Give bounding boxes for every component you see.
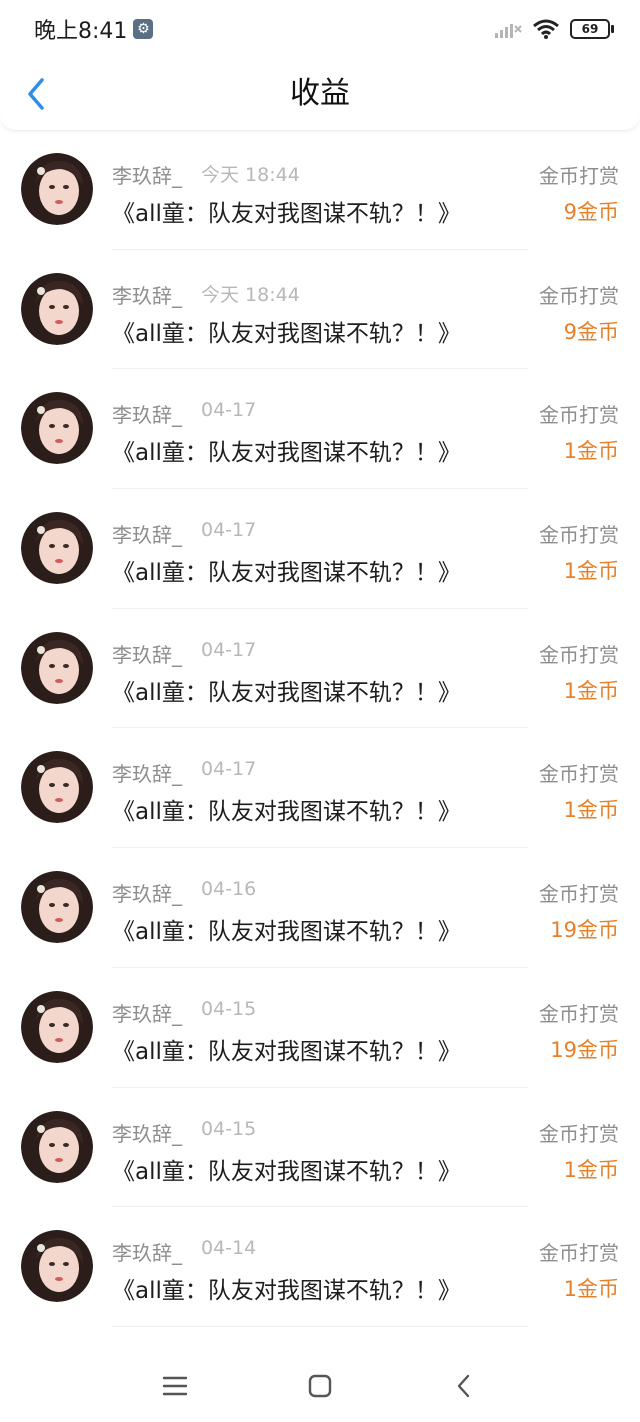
book-title: 《all童：队友对我图谋不轨？！》	[112, 440, 461, 467]
book-title: 《all童：队友对我图谋不轨？！》	[112, 1038, 461, 1065]
user-name: 李玖辞_	[112, 642, 182, 667]
reward-type: 金币打赏	[539, 283, 619, 308]
status-icons: 69	[494, 18, 614, 40]
book-title: 《all童：队友对我图谋不轨？！》	[112, 201, 461, 227]
reward-type: 金币打赏	[539, 1121, 619, 1146]
list-item[interactable]: 李玖辞_ 04-17 《all童：队友对我图谋不轨？！》 金币打赏 1金币	[0, 489, 640, 609]
reward-type: 金币打赏	[539, 642, 619, 667]
reward-type: 金币打赏	[539, 1001, 619, 1026]
record-date: 04-17	[201, 638, 257, 661]
reward-type: 金币打赏	[539, 523, 619, 548]
page-title: 收益	[290, 76, 350, 111]
reward-type: 金币打赏	[539, 1241, 619, 1266]
avatar[interactable]	[21, 1110, 93, 1183]
divider	[112, 1325, 528, 1327]
record-date: 04-17	[201, 519, 257, 542]
reward-amount: 19金币	[550, 918, 619, 943]
reward-amount: 1金币	[563, 1277, 619, 1302]
avatar[interactable]	[21, 392, 93, 465]
avatar[interactable]	[21, 990, 93, 1063]
user-name: 李玖辞_	[112, 283, 182, 308]
user-name: 李玖辞_	[112, 523, 182, 548]
record-date: 04-16	[201, 878, 257, 901]
avatar[interactable]	[21, 153, 93, 225]
user-name: 李玖辞_	[112, 882, 182, 907]
reward-amount: 1金币	[563, 798, 619, 823]
user-name: 李玖辞_	[112, 164, 182, 188]
record-date: 04-17	[201, 758, 257, 781]
book-title: 《all童：队友对我图谋不轨？！》	[112, 1158, 461, 1185]
reward-type: 金币打赏	[539, 762, 619, 787]
avatar[interactable]	[21, 631, 93, 704]
list-item[interactable]: 李玖辞_ 04-17 《all童：队友对我图谋不轨？！》 金币打赏 1金币	[0, 369, 640, 490]
record-date: 04-14	[201, 1237, 257, 1260]
avatar[interactable]	[21, 272, 93, 345]
record-date: 04-17	[201, 399, 257, 422]
battery-level: 69	[581, 22, 599, 36]
avatar[interactable]	[21, 1230, 93, 1303]
reward-amount: 9金币	[563, 319, 619, 344]
list-item[interactable]: 李玖辞_ 04-14 《all童：队友对我图谋不轨？！》 金币打赏 1金币	[0, 1207, 640, 1327]
record-date: 04-15	[201, 1117, 257, 1140]
reward-type: 金币打赏	[539, 164, 619, 188]
battery-icon: 69	[570, 19, 614, 39]
signal-icon	[495, 24, 522, 38]
reward-amount: 1金币	[563, 439, 619, 464]
status-time: 晚上8:41	[34, 19, 128, 44]
chevron-left-icon	[28, 78, 44, 110]
list-item[interactable]: 李玖辞_ 04-15 《all童：队友对我图谋不轨？！》 金币打赏 1金币	[0, 1088, 640, 1208]
user-name: 李玖辞_	[112, 762, 182, 787]
user-name: 李玖辞_	[112, 1241, 182, 1266]
gear-icon: ⚙	[133, 19, 154, 39]
reward-amount: 1金币	[563, 1157, 619, 1182]
back-button[interactable]	[18, 74, 54, 114]
user-name: 李玖辞_	[112, 403, 182, 428]
record-date: 今天 18:44	[201, 164, 300, 186]
list-item[interactable]: 李玖辞_ 今天 18:44 《all童：队友对我图谋不轨？！》 金币打赏 9金币	[0, 130, 640, 250]
user-name: 李玖辞_	[112, 1001, 182, 1026]
list-item[interactable]: 李玖辞_ 今天 18:44 《all童：队友对我图谋不轨？！》 金币打赏 9金币	[0, 250, 640, 370]
list-item[interactable]: 李玖辞_ 04-17 《all童：队友对我图谋不轨？！》 金币打赏 1金币	[0, 728, 640, 849]
menu-button[interactable]	[155, 1366, 195, 1406]
book-title: 《all童：队友对我图谋不轨？！》	[112, 1278, 461, 1305]
earnings-list: 李玖辞_ 今天 18:44 《all童：队友对我图谋不轨？！》 金币打赏 9金币…	[0, 130, 640, 1327]
list-item[interactable]: 李玖辞_ 04-17 《all童：队友对我图谋不轨？！》 金币打赏 1金币	[0, 609, 640, 729]
system-nav-bar	[0, 1348, 640, 1422]
header: 收益	[0, 58, 640, 131]
status-bar: 晚上8:41 ⚙ 69	[0, 0, 640, 58]
record-date: 今天 18:44	[201, 283, 300, 306]
reward-amount: 19金币	[550, 1037, 619, 1062]
avatar[interactable]	[21, 751, 93, 824]
home-icon	[308, 1374, 332, 1398]
record-date: 04-15	[201, 997, 257, 1020]
book-title: 《all童：队友对我图谋不轨？！》	[112, 919, 461, 946]
wifi-icon	[533, 19, 559, 39]
reward-type: 金币打赏	[539, 403, 619, 428]
user-name: 李玖辞_	[112, 1121, 182, 1146]
reward-type: 金币打赏	[539, 882, 619, 907]
home-button[interactable]	[300, 1366, 340, 1406]
back-icon	[457, 1374, 470, 1398]
nav-back-button[interactable]	[444, 1366, 484, 1406]
book-title: 《all童：队友对我图谋不轨？！》	[112, 679, 461, 706]
list-item[interactable]: 李玖辞_ 04-16 《all童：队友对我图谋不轨？！》 金币打赏 19金币	[0, 848, 640, 968]
book-title: 《all童：队友对我图谋不轨？！》	[112, 560, 461, 587]
list-item[interactable]: 李玖辞_ 04-15 《all童：队友对我图谋不轨？！》 金币打赏 19金币	[0, 968, 640, 1088]
book-title: 《all童：队友对我图谋不轨？！》	[112, 799, 461, 826]
reward-amount: 1金币	[563, 559, 619, 584]
book-title: 《all童：队友对我图谋不轨？！》	[112, 320, 461, 347]
menu-icon	[162, 1376, 188, 1396]
reward-amount: 9金币	[563, 200, 619, 224]
avatar[interactable]	[21, 871, 93, 944]
reward-amount: 1金币	[563, 678, 619, 703]
avatar[interactable]	[21, 512, 93, 585]
